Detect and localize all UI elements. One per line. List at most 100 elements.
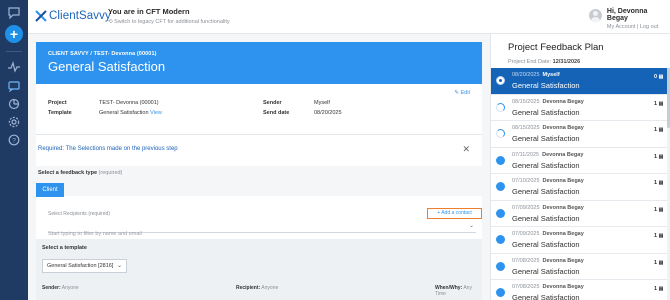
pencil-icon: ✎ xyxy=(454,90,459,96)
top-header: ClientSavvy You are in CFT Modern ⟲ Swit… xyxy=(28,0,670,34)
plan-item[interactable]: 08/15/2025 Devonna Begay General Satisfact… xyxy=(491,95,670,121)
plan-item[interactable]: 07/08/2025 Devonna Begay General Satisfact… xyxy=(491,280,670,300)
status-icon xyxy=(496,288,505,297)
add-contact-button[interactable]: + Add a contact xyxy=(427,208,482,219)
my-account-link[interactable]: My Account xyxy=(607,24,635,30)
help-icon[interactable]: ? xyxy=(7,134,21,148)
plan-item-date: 08/15/2025 xyxy=(512,125,540,131)
recipients-icon: ▤ xyxy=(658,286,664,292)
plan-item-title: General Satisfaction xyxy=(512,160,580,170)
plan-item-sender: Myself xyxy=(542,72,560,78)
status-icon xyxy=(496,155,505,165)
environment-title: You are in CFT Modern xyxy=(108,7,190,16)
plan-item-date: 07/08/2025 xyxy=(512,257,540,264)
logout-link[interactable]: Log out xyxy=(640,24,658,30)
recipients-icon: ▤ xyxy=(658,127,664,133)
plan-item-sender: Devonna Begay xyxy=(542,125,584,131)
plan-item-date: 07/10/2025 xyxy=(512,178,540,184)
feedback-icon[interactable] xyxy=(7,80,21,94)
template-label: Template xyxy=(48,110,72,116)
plan-item-title: General Satisfaction xyxy=(512,81,580,90)
plan-item-title: General Satisfaction xyxy=(512,134,580,143)
template-section-label: Select a template xyxy=(42,245,87,251)
pie-chart-icon[interactable] xyxy=(7,98,21,112)
plan-item[interactable]: 08/20/2025 Myself General Satisfaction 0 ▤ xyxy=(491,68,670,95)
link-separator: | xyxy=(636,24,639,30)
template-value: General Satisfaction xyxy=(99,110,149,116)
refresh-icon: ⟲ xyxy=(108,19,113,25)
recipients-label: Select Recipients xyxy=(48,211,87,217)
plan-item-date: 07/11/2025 xyxy=(512,151,540,158)
plan-item-count: 1 ▤ xyxy=(654,180,664,186)
plan-item-title: General Satisfaction xyxy=(512,107,580,117)
plan-item-count: 1 ▤ xyxy=(654,127,664,133)
banner: CLIENT SAVVY / TEST- Devonna (00001) Gen… xyxy=(36,42,482,84)
recipients-icon: ▤ xyxy=(658,259,664,266)
recipient-search-input[interactable] xyxy=(48,231,448,237)
breadcrumb: CLIENT SAVVY / TEST- Devonna (00001) xyxy=(48,51,157,57)
plan-list: 08/20/2025 Myself General Satisfaction 0 ▤ 0… xyxy=(491,68,670,300)
feedback-type-section: Select a feedback type (required) Client xyxy=(36,166,482,197)
plan-item[interactable]: 07/09/2025 Devonna Begay General Satisfact… xyxy=(491,201,670,227)
required-message: Required: The Selections made on the pre… xyxy=(38,146,178,152)
template-select[interactable]: General Satisfaction [2816] ⌄ xyxy=(42,259,127,273)
plan-item[interactable]: 07/10/2025 Devonna Begay General Satisfact… xyxy=(491,174,670,201)
plan-item-sender: Devonna Begay xyxy=(542,151,584,158)
template-when-filter: When/Why: Any Time xyxy=(435,285,472,297)
left-sidebar: + ? xyxy=(0,0,28,300)
status-icon xyxy=(496,261,505,271)
plan-item-sender: Devonna Begay xyxy=(542,284,584,290)
plan-item[interactable]: 08/15/2025 Devonna Begay General Satisfact… xyxy=(491,121,670,148)
avatar[interactable] xyxy=(589,9,602,22)
recipient-filter[interactable]: ⌄ xyxy=(48,222,476,237)
status-icon xyxy=(496,129,505,138)
status-icon xyxy=(496,76,505,85)
recipients-icon: ▤ xyxy=(658,206,664,213)
view-template-link[interactable]: View xyxy=(150,110,162,116)
legacy-switch-link[interactable]: ⟲ Switch to legacy CFT for additional fu… xyxy=(108,19,230,25)
plan-item-count: 1 ▤ xyxy=(654,286,664,292)
plan-item-date: 08/15/2025 xyxy=(512,98,540,105)
plan-item-date: 07/08/2025 xyxy=(512,284,540,290)
user-greeting: Hi, Devonna Begay xyxy=(606,8,648,22)
feedback-type-label: Select a feedback type xyxy=(38,170,98,176)
plan-item-sender: Devonna Begay xyxy=(542,204,584,211)
project-end-date: Project End Date: 12/31/2026 xyxy=(508,59,581,65)
recipients-icon: ▤ xyxy=(658,153,664,160)
page-title: General Satisfaction xyxy=(48,59,166,74)
send-date-value: 08/20/2025 xyxy=(314,110,342,116)
recipients-hint: (required) xyxy=(88,211,110,217)
sidebar-divider xyxy=(6,51,22,52)
close-icon[interactable]: ✕ xyxy=(462,144,470,155)
plan-item[interactable]: 07/09/2025 Devonna Begay General Satisfact… xyxy=(491,227,670,254)
settings-icon[interactable] xyxy=(7,116,21,130)
main-content: CLIENT SAVVY / TEST- Devonna (00001) Gen… xyxy=(28,34,490,300)
send-date-label: Send date xyxy=(263,110,290,116)
plan-item[interactable]: 07/11/2025 Devonna Begay General Satisfact… xyxy=(491,148,670,174)
sender-label: Sender xyxy=(263,100,282,106)
user-menu[interactable]: Hi, Devonna Begay My Account | Log out xyxy=(589,8,670,30)
plan-item[interactable]: 07/08/2025 Devonna Begay General Satisfact… xyxy=(491,254,670,280)
template-recipient-filter: Recipient: Anyone xyxy=(236,285,279,291)
plan-item-sender: Devonna Begay xyxy=(542,231,584,237)
status-icon xyxy=(496,182,505,191)
recipients-icon: ▤ xyxy=(658,233,664,239)
client-type-button[interactable]: Client xyxy=(36,183,64,197)
svg-text:?: ? xyxy=(12,137,16,144)
brand-name: ClientSavvy xyxy=(49,10,111,22)
client-savvy-logo[interactable]: ClientSavvy xyxy=(35,8,111,24)
chat-icon[interactable] xyxy=(7,7,21,21)
plan-item-title: General Satisfaction xyxy=(512,266,580,276)
add-icon[interactable]: + xyxy=(5,25,23,43)
plan-item-count: 1 ▤ xyxy=(654,153,664,160)
plan-item-count: 1 ▤ xyxy=(654,100,664,107)
chevron-down-icon[interactable]: ⌄ xyxy=(469,222,474,229)
recipients-icon: ▤ xyxy=(658,100,664,107)
plan-item-title: General Satisfaction xyxy=(512,240,580,249)
status-icon xyxy=(496,235,505,244)
plan-item-count: 1 ▤ xyxy=(654,206,664,213)
plan-item-count: 1 ▤ xyxy=(654,259,664,266)
activity-icon[interactable] xyxy=(7,61,21,75)
edit-button[interactable]: ✎ Edit xyxy=(454,90,470,96)
plan-item-sender: Devonna Begay xyxy=(542,178,584,184)
